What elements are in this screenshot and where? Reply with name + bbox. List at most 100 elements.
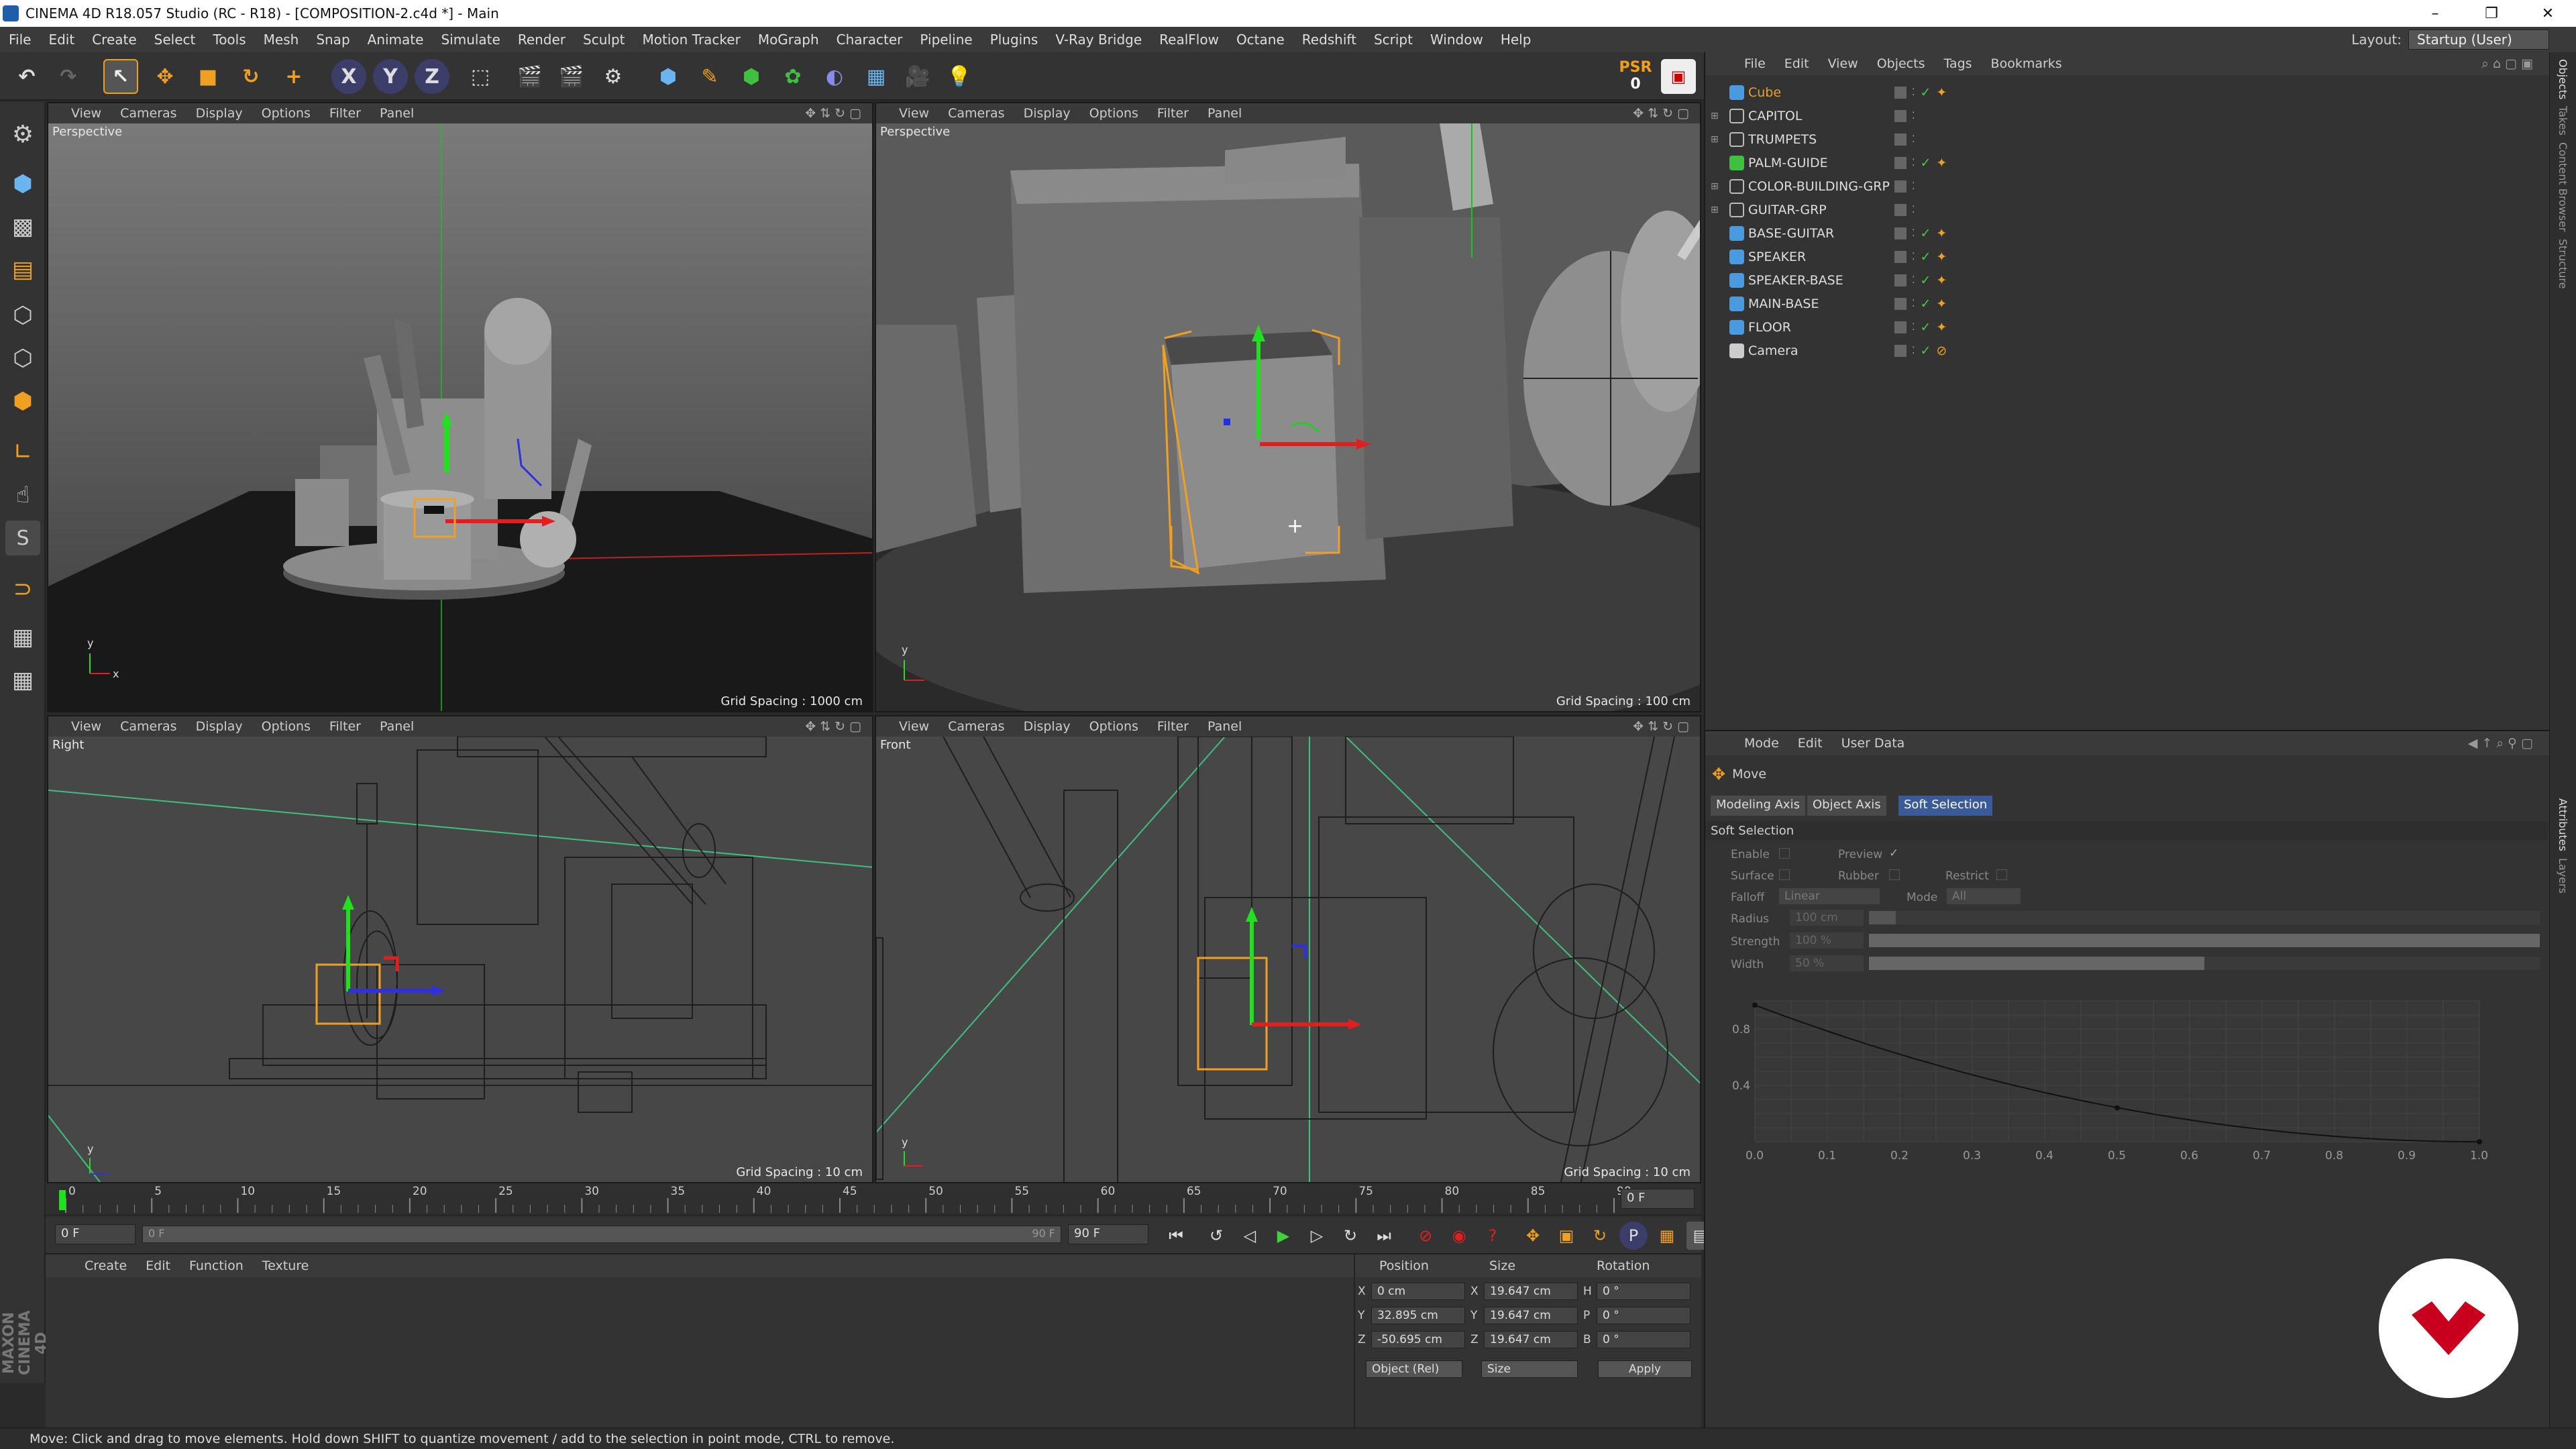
expand-icon[interactable]: ⊞	[1711, 181, 1719, 192]
tag-icon[interactable]: ✦	[1936, 156, 1947, 170]
object-name[interactable]: PALM-GUIDE	[1748, 156, 1828, 170]
vp-menu-cameras[interactable]: Cameras	[938, 106, 1014, 121]
apply-button[interactable]: Apply	[1598, 1360, 1692, 1378]
vp-menu-display[interactable]: Display	[1014, 719, 1080, 734]
enabled-check-icon[interactable]: ✓	[1920, 343, 1931, 358]
vp-menu-display[interactable]: Display	[186, 719, 252, 734]
om-search-icon[interactable]: ⌕ ⌂ ▢ ▣	[2472, 56, 2542, 71]
layer-icon[interactable]	[1894, 344, 1907, 357]
menu-realflow[interactable]: RealFlow	[1150, 32, 1228, 48]
viewport-right[interactable]: View Cameras Display Options Filter Pane…	[47, 715, 873, 1183]
floor-icon[interactable]: ▦	[859, 59, 894, 94]
y-axis-lock-icon[interactable]: Y	[373, 59, 408, 94]
visibility-dots-icon[interactable]: ⁚	[1912, 181, 1915, 192]
key-parameter-icon[interactable]: P	[1619, 1222, 1648, 1250]
object-tags[interactable]: ⁚ ✓ ⊘	[1894, 343, 1947, 358]
vp-menu-view[interactable]: View	[62, 106, 111, 121]
vp-menu-panel[interactable]: Panel	[370, 106, 423, 121]
layer-icon[interactable]	[1894, 86, 1907, 99]
expand-icon[interactable]: ⊞	[1711, 134, 1719, 145]
object-row[interactable]: Camera ⁚ ✓ ⊘	[1705, 339, 2524, 362]
enabled-check-icon[interactable]: ✓	[1920, 226, 1931, 241]
object-name[interactable]: TRUMPETS	[1748, 132, 1817, 147]
mat-menu-create[interactable]: Create	[75, 1258, 136, 1273]
end-frame-field[interactable]: 90 F	[1068, 1224, 1148, 1244]
menu-motion-tracker[interactable]: Motion Tracker	[634, 32, 749, 48]
visibility-dots-icon[interactable]: ⁚	[1912, 228, 1915, 239]
spline-pen-icon[interactable]: ✎	[692, 59, 727, 94]
menu-script[interactable]: Script	[1365, 32, 1421, 48]
menu-plugins[interactable]: Plugins	[981, 32, 1047, 48]
cloner-icon[interactable]: ✿	[775, 59, 810, 94]
vp-menu-panel[interactable]: Panel	[1198, 719, 1251, 734]
enable-checkbox[interactable]	[1779, 848, 1790, 859]
side-tab-attributes[interactable]: Attributes	[2557, 798, 2569, 851]
layer-icon[interactable]	[1894, 203, 1907, 216]
enabled-check-icon[interactable]: ✓	[1920, 85, 1931, 100]
cube-primitive-icon[interactable]: ⬢	[651, 59, 686, 94]
menu-redshift[interactable]: Redshift	[1293, 32, 1365, 48]
object-row[interactable]: ⊞ TRUMPETS ⁚	[1705, 127, 2524, 151]
pos-x-field[interactable]: 0 cm	[1371, 1283, 1465, 1300]
radius-field[interactable]: 100 cm	[1790, 910, 1864, 926]
enabled-check-icon[interactable]: ✓	[1920, 273, 1931, 288]
layer-icon[interactable]	[1894, 133, 1907, 146]
visibility-dots-icon[interactable]: ⁚	[1912, 252, 1915, 262]
z-axis-lock-icon[interactable]: Z	[415, 59, 449, 94]
curve-knot[interactable]	[2114, 1105, 2120, 1111]
vp-menu-filter[interactable]: Filter	[1148, 106, 1198, 121]
subdivision-icon[interactable]: ⬢	[734, 59, 769, 94]
menu-select[interactable]: Select	[146, 32, 205, 48]
deformer-icon[interactable]: ◐	[817, 59, 852, 94]
om-menu-tags[interactable]: Tags	[1934, 56, 1981, 71]
surface-checkbox[interactable]	[1779, 869, 1790, 880]
render-settings-icon[interactable]: ⚙	[596, 59, 631, 94]
vp-menu-options[interactable]: Options	[1080, 719, 1148, 734]
side-tab-objects[interactable]: Objects	[2557, 59, 2569, 99]
menu-mograph[interactable]: MoGraph	[749, 32, 828, 48]
object-tags[interactable]: ⁚	[1894, 109, 1925, 122]
vp-menu-filter[interactable]: Filter	[320, 719, 370, 734]
object-row[interactable]: SPEAKER ⁚ ✓ ✦	[1705, 245, 2524, 268]
size-x-field[interactable]: 19.647 cm	[1484, 1283, 1578, 1300]
object-tags[interactable]: ⁚ ✓ ✦	[1894, 320, 1947, 335]
make-editable-icon[interactable]: ⚙	[5, 117, 40, 152]
vp-menu-cameras[interactable]: Cameras	[111, 106, 186, 121]
playhead[interactable]	[59, 1190, 66, 1210]
rot-p-field[interactable]: 0 °	[1597, 1307, 1690, 1324]
om-menu-view[interactable]: View	[1819, 56, 1868, 71]
recent-tools-icon[interactable]: +	[276, 59, 311, 94]
pos-y-field[interactable]: 32.895 cm	[1371, 1307, 1465, 1324]
layer-icon[interactable]	[1894, 109, 1907, 122]
object-name[interactable]: SPEAKER-BASE	[1748, 273, 1843, 288]
vp-menu-display[interactable]: Display	[1014, 106, 1080, 121]
menu-sculpt[interactable]: Sculpt	[574, 32, 633, 48]
curve-knot[interactable]	[2477, 1139, 2482, 1144]
om-menu-objects[interactable]: Objects	[1868, 56, 1935, 71]
layer-icon[interactable]	[1894, 274, 1907, 286]
side-tab-layers[interactable]: Layers	[2557, 858, 2569, 894]
polygons-mode-icon[interactable]: ⬢	[5, 384, 40, 419]
render-picture-viewer-icon[interactable]: 🎬	[554, 59, 589, 94]
layer-icon[interactable]	[1894, 297, 1907, 310]
timeline-end-field[interactable]: 0 F	[1621, 1189, 1695, 1209]
viewport-nav-icon[interactable]: ✥⇅↻▢	[1633, 106, 1693, 121]
light-icon[interactable]: 💡	[942, 59, 977, 94]
tag-icon[interactable]: ⊘	[1936, 343, 1947, 358]
enabled-check-icon[interactable]: ✓	[1920, 250, 1931, 264]
menu-snap[interactable]: Snap	[307, 32, 358, 48]
menu-create[interactable]: Create	[83, 32, 145, 48]
size-y-field[interactable]: 19.647 cm	[1484, 1307, 1578, 1324]
pos-z-field[interactable]: -50.695 cm	[1371, 1331, 1465, 1348]
object-tags[interactable]: ⁚ ✓ ✦	[1894, 156, 1947, 170]
rot-b-field[interactable]: 0 °	[1597, 1331, 1690, 1348]
tag-icon[interactable]: ✦	[1936, 85, 1947, 100]
key-position-icon[interactable]: ✥	[1519, 1222, 1547, 1250]
menu-render[interactable]: Render	[509, 32, 574, 48]
workplane-icon[interactable]: ▣	[1661, 59, 1696, 94]
object-name[interactable]: CAPITOL	[1748, 109, 1802, 123]
tag-icon[interactable]: ✦	[1936, 320, 1947, 335]
strength-slider[interactable]	[1869, 934, 2540, 947]
size-z-field[interactable]: 19.647 cm	[1484, 1331, 1578, 1348]
object-row[interactable]: SPEAKER-BASE ⁚ ✓ ✦	[1705, 268, 2524, 292]
